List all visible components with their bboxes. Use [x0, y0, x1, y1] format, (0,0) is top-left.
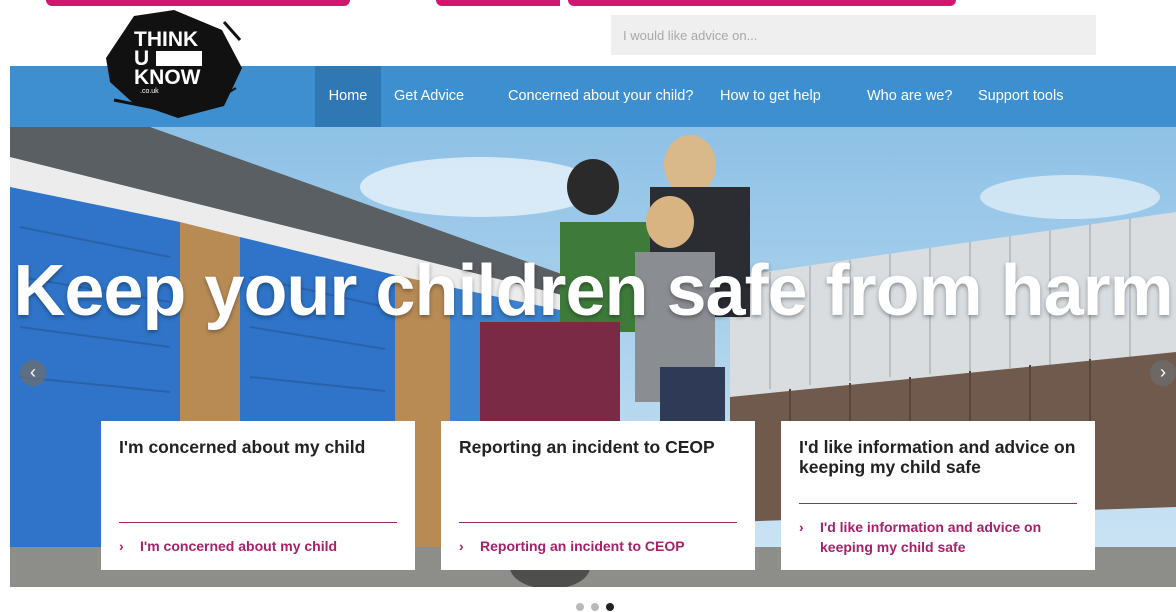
nav-home[interactable]: Home — [315, 66, 381, 127]
hero-title: Keep your children safe from harm — [13, 251, 1173, 331]
carousel-next-button[interactable]: › — [1150, 360, 1176, 386]
chevron-left-icon: ‹ — [30, 362, 36, 382]
card-link-label: I'd like information and advice on keepi… — [820, 519, 1042, 555]
carousel-dot-2[interactable] — [591, 603, 599, 611]
card-title: I'm concerned about my child — [119, 437, 366, 457]
nav-concerned[interactable]: Concerned about your child? — [508, 66, 693, 127]
top-tab-middle — [436, 0, 560, 6]
thinkuknow-logo[interactable]: THINK U KNOW .co.uk — [104, 10, 244, 118]
logo-line-know: KNOW — [134, 66, 201, 89]
top-tab-right — [568, 0, 956, 6]
card-divider — [119, 522, 397, 523]
card-concerned: I'm concerned about my child › I'm conce… — [101, 421, 415, 570]
card-divider — [799, 503, 1077, 504]
carousel-indicators — [576, 603, 614, 611]
card-title: I'd like information and advice on keepi… — [799, 437, 1076, 477]
card-reporting: Reporting an incident to CEOP › Reportin… — [441, 421, 755, 570]
card-link-information[interactable]: › I'd like information and advice on kee… — [799, 517, 1077, 557]
card-title: Reporting an incident to CEOP — [459, 437, 715, 457]
card-link-reporting[interactable]: › Reporting an incident to CEOP — [459, 536, 737, 556]
chevron-right-icon: › — [459, 538, 464, 554]
carousel-dot-1[interactable] — [576, 603, 584, 611]
chevron-right-icon: › — [119, 538, 124, 554]
card-divider — [459, 522, 737, 523]
nav-get-advice[interactable]: Get Advice — [394, 66, 464, 127]
search-input[interactable] — [611, 15, 1096, 55]
logo-domain: .co.uk — [140, 88, 159, 95]
carousel-prev-button[interactable]: ‹ — [20, 360, 46, 386]
chevron-right-icon: › — [799, 519, 804, 535]
carousel-dot-3[interactable] — [606, 603, 614, 611]
chevron-right-icon: › — [1160, 362, 1166, 382]
nav-support-tools[interactable]: Support tools — [978, 66, 1063, 127]
nav-how-to-get-help[interactable]: How to get help — [720, 66, 821, 127]
top-tab-left — [46, 0, 350, 6]
card-information: I'd like information and advice on keepi… — [781, 421, 1095, 570]
card-link-label: Reporting an incident to CEOP — [480, 538, 685, 554]
card-link-label: I'm concerned about my child — [140, 538, 338, 554]
card-link-concerned[interactable]: › I'm concerned about my child — [119, 536, 397, 556]
nav-who-are-we[interactable]: Who are we? — [867, 66, 952, 127]
